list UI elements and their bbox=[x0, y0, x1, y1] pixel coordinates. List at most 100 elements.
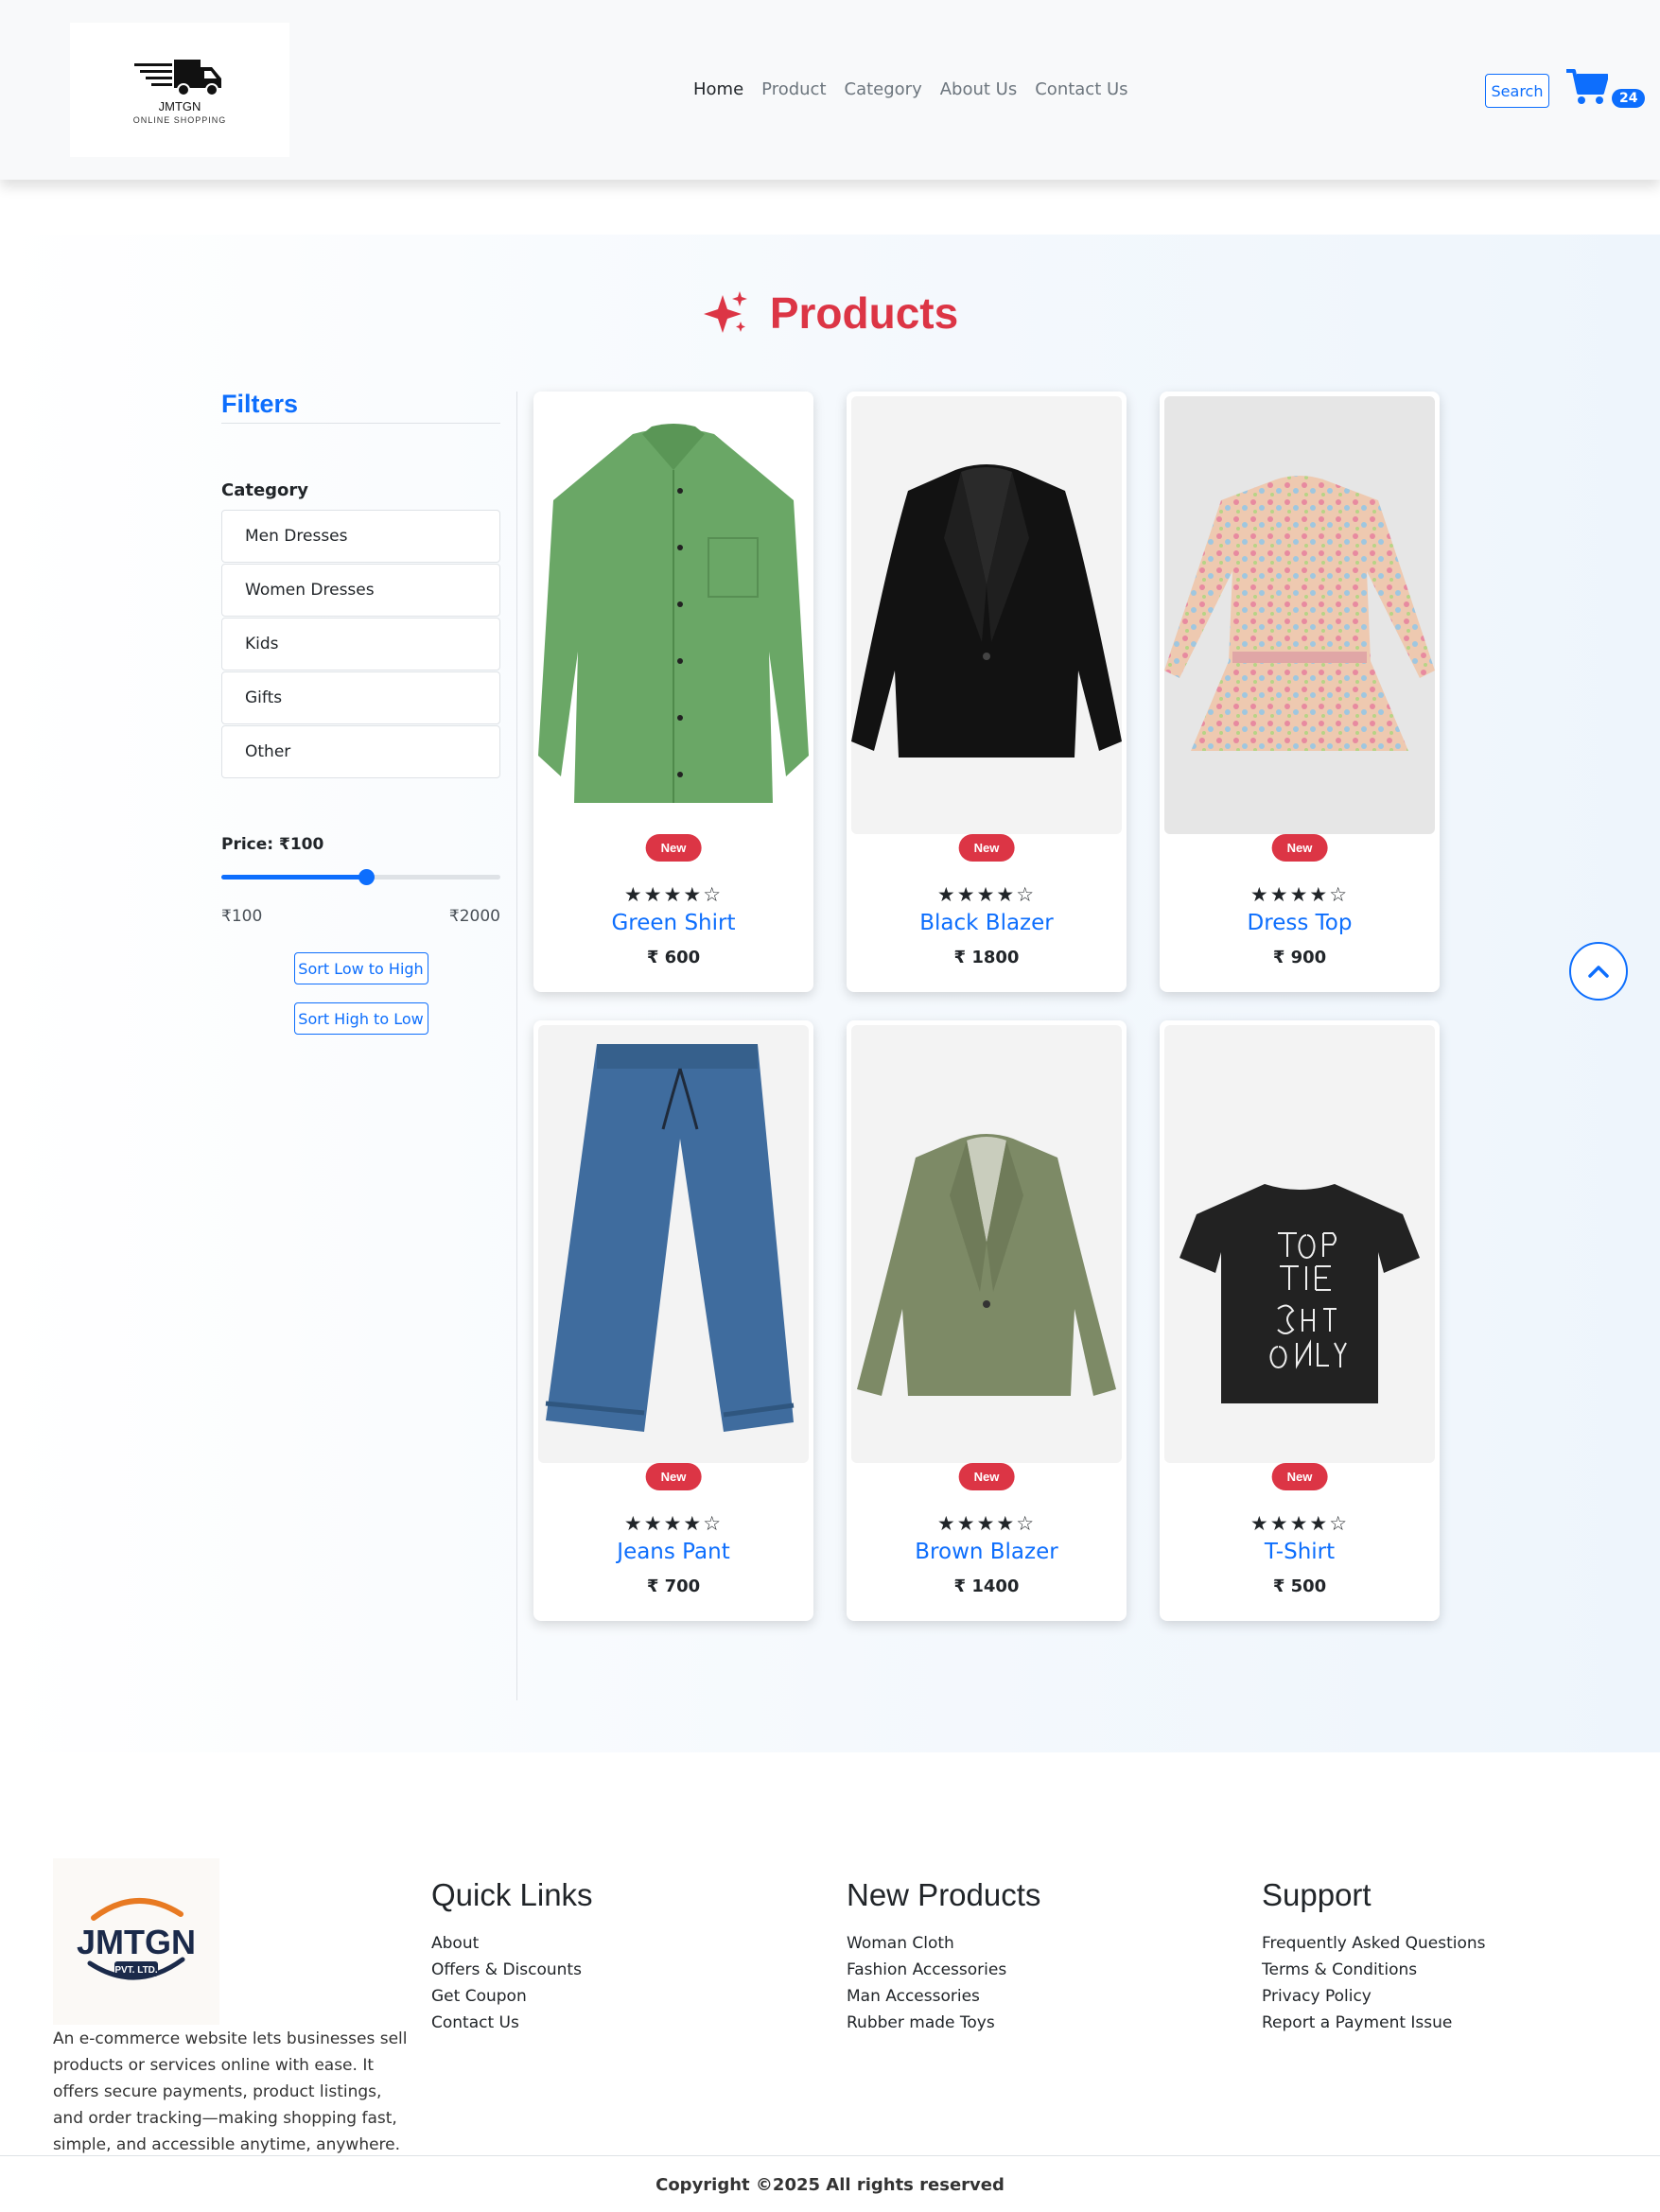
product-grid: New ★★★★☆ Green Shirt ₹ 600 New ★★★★☆ Bl… bbox=[533, 392, 1440, 1621]
product-card[interactable]: New ★★★★☆ Brown Blazer ₹ 1400 bbox=[847, 1020, 1127, 1621]
product-name[interactable]: Black Blazer bbox=[847, 911, 1127, 935]
product-name[interactable]: Jeans Pant bbox=[533, 1540, 813, 1564]
main-nav: Home Product Category About Us Contact U… bbox=[693, 79, 1128, 99]
products-title: Products bbox=[769, 288, 959, 338]
logo-name: JMTGN bbox=[158, 98, 201, 113]
footer-logo: JMTGN PVT. LTD. bbox=[53, 1858, 219, 2025]
footer-link-coupon[interactable]: Get Coupon bbox=[431, 1983, 593, 2010]
price-slider[interactable] bbox=[221, 869, 500, 885]
delivery-truck-icon bbox=[134, 59, 221, 96]
product-image[interactable] bbox=[538, 1025, 809, 1463]
cart-button[interactable]: 24 bbox=[1566, 68, 1646, 113]
nav-product[interactable]: Product bbox=[761, 79, 826, 99]
footer-support: Support Frequently Asked Questions Terms… bbox=[1262, 1877, 1486, 2036]
product-name[interactable]: Green Shirt bbox=[533, 911, 813, 935]
price-range: ₹100 ₹2000 bbox=[221, 907, 500, 926]
footer-quick-links: Quick Links About Offers & Discounts Get… bbox=[431, 1877, 593, 2036]
new-products-title: New Products bbox=[847, 1877, 1041, 1912]
rating-stars: ★★★★☆ bbox=[623, 883, 724, 906]
product-image[interactable] bbox=[538, 396, 809, 834]
footer-link-payment-issue[interactable]: Report a Payment Issue bbox=[1262, 2010, 1486, 2036]
product-price: ₹ 900 bbox=[1272, 948, 1327, 967]
new-badge: New bbox=[958, 1463, 1015, 1490]
sparkles-icon bbox=[703, 291, 747, 333]
category-kids[interactable]: Kids bbox=[221, 618, 500, 671]
new-badge: New bbox=[1271, 1463, 1328, 1490]
category-women-dresses[interactable]: Women Dresses bbox=[221, 564, 500, 617]
product-image[interactable] bbox=[1164, 396, 1435, 834]
nav-category[interactable]: Category bbox=[845, 79, 922, 99]
cart-count-badge: 24 bbox=[1612, 89, 1646, 108]
footer-logo-text: JMTGN bbox=[77, 1923, 196, 1961]
slider-fill bbox=[221, 875, 367, 880]
logo-tagline: ONLINE SHOPPING bbox=[132, 114, 227, 125]
price-min: ₹100 bbox=[221, 907, 263, 926]
support-title: Support bbox=[1262, 1877, 1372, 1912]
footer-link-fashion-accessories[interactable]: Fashion Accessories bbox=[847, 1957, 1040, 1983]
new-badge: New bbox=[645, 834, 702, 862]
footer-divider bbox=[0, 2155, 1660, 2156]
category-other[interactable]: Other bbox=[221, 725, 500, 778]
rating-stars: ★★★★☆ bbox=[936, 1512, 1037, 1535]
footer-link-rubber-toys[interactable]: Rubber made Toys bbox=[847, 2010, 1040, 2036]
product-card[interactable]: New ★★★★☆ Green Shirt ₹ 600 bbox=[533, 392, 813, 992]
footer-link-man-accessories[interactable]: Man Accessories bbox=[847, 1983, 1040, 2010]
footer-link-faq[interactable]: Frequently Asked Questions bbox=[1262, 1930, 1486, 1957]
quick-links-title: Quick Links bbox=[431, 1877, 593, 1912]
cart-icon bbox=[1566, 69, 1609, 104]
filters-panel: Filters Category Men Dresses Women Dress… bbox=[221, 390, 500, 1035]
new-badge: New bbox=[958, 834, 1015, 862]
slider-thumb[interactable] bbox=[358, 869, 376, 885]
product-price: ₹ 600 bbox=[646, 948, 701, 967]
product-name[interactable]: Dress Top bbox=[1160, 911, 1440, 935]
site-logo[interactable]: JMTGN ONLINE SHOPPING bbox=[70, 23, 289, 157]
category-label: Category bbox=[221, 480, 309, 500]
footer-link-about[interactable]: About bbox=[431, 1930, 593, 1957]
sort-low-to-high-button[interactable]: Sort Low to High bbox=[293, 952, 428, 984]
footer-logo-subtext: PVT. LTD. bbox=[114, 1965, 158, 1976]
product-image[interactable] bbox=[851, 396, 1122, 834]
category-men-dresses[interactable]: Men Dresses bbox=[221, 510, 500, 563]
footer-link-contact[interactable]: Contact Us bbox=[431, 2010, 593, 2036]
footer-new-products: New Products Woman Cloth Fashion Accesso… bbox=[847, 1877, 1040, 2036]
nav-about-us[interactable]: About Us bbox=[940, 79, 1018, 99]
product-card[interactable]: New ★★★★☆ Dress Top ₹ 900 bbox=[1160, 392, 1440, 992]
footer-description: An e-commerce website lets businesses se… bbox=[53, 2029, 408, 2154]
product-price: ₹ 500 bbox=[1272, 1576, 1327, 1596]
product-image[interactable] bbox=[851, 1025, 1122, 1463]
price-label: Price: ₹100 bbox=[221, 835, 324, 854]
sort-high-to-low-button[interactable]: Sort High to Low bbox=[293, 1002, 428, 1035]
category-list: Men Dresses Women Dresses Kids Gifts Oth… bbox=[221, 510, 500, 778]
new-badge: New bbox=[1271, 834, 1328, 862]
footer-link-woman-cloth[interactable]: Woman Cloth bbox=[847, 1930, 1040, 1957]
price-max: ₹2000 bbox=[448, 907, 500, 926]
footer-link-privacy[interactable]: Privacy Policy bbox=[1262, 1983, 1486, 2010]
nav-home[interactable]: Home bbox=[693, 79, 743, 99]
product-name[interactable]: Brown Blazer bbox=[847, 1540, 1127, 1564]
search-button[interactable]: Search bbox=[1485, 74, 1549, 108]
nav-contact-us[interactable]: Contact Us bbox=[1035, 79, 1127, 99]
scroll-to-top-button[interactable] bbox=[1569, 942, 1628, 1001]
filters-title: Filters bbox=[221, 390, 500, 424]
footer-link-terms[interactable]: Terms & Conditions bbox=[1262, 1957, 1486, 1983]
rating-stars: ★★★★☆ bbox=[1249, 883, 1350, 906]
product-card[interactable]: New ★★★★☆ Jeans Pant ₹ 700 bbox=[533, 1020, 813, 1621]
product-image[interactable] bbox=[1164, 1025, 1435, 1463]
product-price: ₹ 700 bbox=[646, 1576, 701, 1596]
rating-stars: ★★★★☆ bbox=[623, 1512, 724, 1535]
category-gifts[interactable]: Gifts bbox=[221, 671, 500, 724]
product-price: ₹ 1400 bbox=[953, 1576, 1020, 1596]
chevron-up-icon bbox=[1588, 966, 1609, 978]
rating-stars: ★★★★☆ bbox=[936, 883, 1037, 906]
product-price: ₹ 1800 bbox=[953, 948, 1020, 967]
products-heading: Products bbox=[0, 287, 1660, 339]
filters-divider bbox=[516, 392, 517, 1700]
footer-link-offers[interactable]: Offers & Discounts bbox=[431, 1957, 593, 1983]
product-name[interactable]: T-Shirt bbox=[1160, 1540, 1440, 1564]
rating-stars: ★★★★☆ bbox=[1249, 1512, 1350, 1535]
site-header: JMTGN ONLINE SHOPPING Home Product Categ… bbox=[0, 0, 1660, 180]
copyright-text: Copyright ©2025 All rights reserved bbox=[655, 2175, 1005, 2195]
product-card[interactable]: New ★★★★☆ T-Shirt ₹ 500 bbox=[1160, 1020, 1440, 1621]
product-card[interactable]: New ★★★★☆ Black Blazer ₹ 1800 bbox=[847, 392, 1127, 992]
new-badge: New bbox=[645, 1463, 702, 1490]
